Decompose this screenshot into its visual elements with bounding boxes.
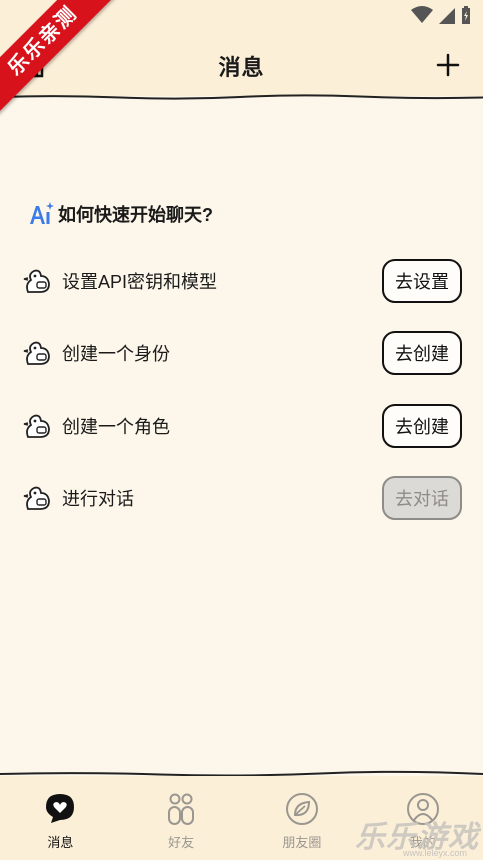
duck-icon	[23, 269, 50, 293]
tab-label: 好友	[168, 835, 195, 850]
guide-heading: 如何快速开始聊天?	[28, 201, 213, 227]
wifi-icon	[411, 6, 433, 23]
duck-icon	[23, 486, 50, 510]
add-button[interactable]	[435, 52, 461, 78]
step-label: 创建一个角色	[62, 417, 170, 437]
create-identity-button[interactable]: 去创建	[382, 331, 462, 375]
start-chat-button[interactable]: 去对话	[382, 476, 462, 520]
go-setup-button[interactable]: 去设置	[382, 259, 462, 303]
signal-icon	[439, 8, 455, 24]
tab-label: 朋友圈	[282, 835, 322, 850]
top-bar: 消息	[0, 34, 483, 96]
tab-messages[interactable]: 消息	[0, 776, 121, 860]
step-label: 进行对话	[62, 489, 134, 509]
battery-icon	[462, 6, 470, 24]
chat-heart-icon	[46, 794, 75, 823]
create-character-button[interactable]: 去创建	[382, 404, 462, 448]
guide-title-text: 如何快速开始聊天?	[58, 205, 213, 225]
tab-label: 消息	[47, 835, 74, 850]
step-label: 设置API密钥和模型	[62, 272, 218, 292]
tab-friends[interactable]: 好友	[121, 776, 242, 860]
guide-step: 进行对话 去对话	[22, 476, 462, 520]
plus-icon	[436, 53, 460, 77]
friends-icon	[168, 793, 195, 825]
guide-step: 创建一个角色 去创建	[22, 404, 462, 448]
duck-icon	[23, 414, 50, 438]
guide-step: 创建一个身份 去创建	[22, 331, 462, 375]
tab-moments[interactable]: 朋友圈	[242, 776, 363, 860]
ai-sparkle-icon	[30, 202, 54, 224]
duck-icon	[23, 341, 50, 365]
moments-icon	[285, 793, 318, 825]
watermark-url: www.leleyx.com	[402, 848, 467, 858]
step-label: 创建一个身份	[62, 344, 170, 364]
guide-step: 设置API密钥和模型 去设置	[22, 259, 462, 303]
header-divider	[0, 94, 483, 100]
page-title: 消息	[218, 55, 265, 80]
